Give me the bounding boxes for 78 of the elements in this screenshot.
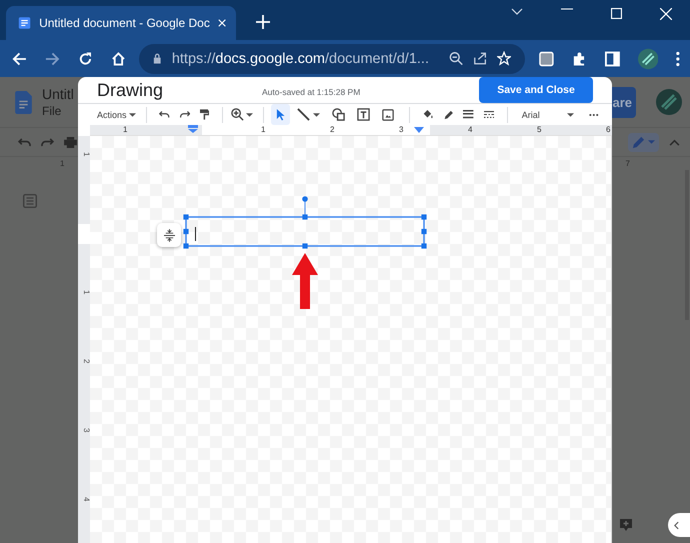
ruler-number: 3 — [80, 428, 91, 432]
zoom-icon[interactable] — [448, 51, 464, 66]
avatar-icon[interactable] — [638, 48, 658, 70]
ruler-number: 1 — [80, 290, 91, 294]
autosave-status: Auto-saved at 1:15:28 PM — [262, 87, 360, 97]
indent-marker-icon[interactable] — [414, 127, 424, 133]
collapse-button[interactable] — [668, 513, 690, 537]
text-box-icon — [357, 108, 370, 121]
docs-icon[interactable] — [15, 90, 32, 114]
avatar-icon[interactable] — [656, 89, 682, 115]
ruler-number: 5 — [537, 125, 542, 135]
ruler-number: 2 — [80, 359, 91, 364]
new-tab-icon[interactable] — [256, 15, 270, 29]
paint-format-icon[interactable] — [200, 108, 209, 121]
share-button[interactable]: are — [610, 86, 636, 118]
lock-icon — [153, 53, 162, 64]
save-and-close-button[interactable]: Save and Close — [479, 77, 593, 103]
zoom-icon — [230, 108, 244, 121]
ruler-number: 1 — [60, 159, 64, 168]
star-icon[interactable] — [497, 51, 512, 66]
address-bar[interactable]: https://docs.google.com/document/d/1... — [139, 44, 526, 74]
indent-marker-icon[interactable] — [188, 125, 198, 133]
side-panel-icon[interactable] — [605, 50, 620, 66]
vertical-align-icon — [164, 228, 174, 242]
ruler-number: 1 — [261, 125, 266, 135]
browser-tab[interactable]: Untitled document - Google Doc — [6, 6, 236, 40]
pencil-icon[interactable] — [444, 108, 454, 120]
fill-color-icon[interactable] — [423, 108, 434, 121]
more-icon[interactable] — [589, 112, 599, 116]
chevron-down-icon[interactable] — [511, 8, 523, 16]
more-icon[interactable] — [676, 50, 680, 66]
actions-menu[interactable]: Actions — [97, 110, 136, 120]
share-icon[interactable] — [473, 51, 488, 66]
chevron-left-icon — [674, 520, 679, 530]
reload-icon[interactable] — [78, 50, 93, 66]
tab-title: Untitled document - Google Doc — [39, 16, 210, 30]
ruler-number: 4 — [80, 497, 91, 502]
zoom-menu[interactable] — [230, 108, 253, 121]
close-icon[interactable] — [218, 18, 226, 28]
maximize-icon[interactable] — [611, 8, 622, 19]
ruler-number: 4 — [468, 125, 474, 135]
add-comment-icon[interactable] — [619, 518, 633, 532]
back-icon[interactable] — [12, 50, 27, 66]
close-icon[interactable] — [660, 8, 672, 20]
line-icon — [297, 108, 310, 121]
redo-icon[interactable] — [180, 110, 190, 119]
docs-icon — [18, 15, 32, 31]
caret-icon — [648, 140, 655, 144]
ruler-number: 3 — [399, 125, 404, 135]
minimize-icon[interactable] — [561, 8, 573, 10]
line-dash-icon[interactable] — [484, 109, 494, 120]
shapes-icon — [332, 108, 346, 121]
url-text: https://docs.google.com/document/d/1... — [172, 50, 429, 66]
vertical-align-button[interactable] — [157, 223, 181, 247]
text-cursor — [195, 227, 196, 241]
print-icon[interactable] — [64, 136, 77, 148]
pointer-icon — [276, 108, 286, 121]
ruler-number: 1 — [123, 125, 128, 135]
arrow — [291, 253, 319, 309]
pencil-icon — [632, 136, 645, 148]
undo-icon[interactable] — [159, 110, 170, 119]
dialog-title: Drawing — [97, 80, 164, 100]
screenshot-icon[interactable] — [539, 50, 554, 66]
image-icon — [382, 108, 394, 120]
caret-icon — [313, 112, 320, 116]
ruler-number: 1 — [80, 152, 91, 156]
caret-icon — [128, 112, 136, 116]
caret-icon — [567, 112, 574, 116]
home-icon[interactable] — [110, 50, 126, 66]
ruler-number: 6 — [606, 125, 612, 135]
select-tool[interactable] — [271, 104, 290, 125]
chevron-up-icon[interactable] — [669, 138, 680, 146]
forward-icon[interactable] — [44, 50, 60, 66]
caret-icon — [246, 112, 253, 116]
ruler-number: 7 — [626, 159, 630, 168]
font-dropdown[interactable]: Arial — [516, 110, 574, 120]
line-weight-icon[interactable] — [463, 109, 474, 120]
ruler-number: 2 — [330, 125, 336, 135]
